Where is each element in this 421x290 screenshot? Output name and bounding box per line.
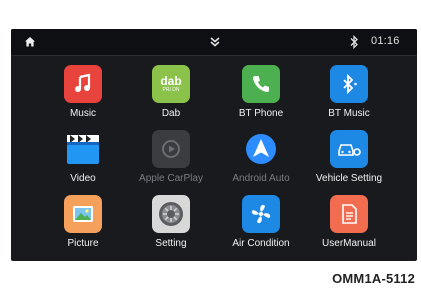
app-bt-phone[interactable]: BT Phone [216,65,306,125]
app-label: Picture [67,238,99,249]
app-bt-music[interactable]: BT Music [304,65,394,125]
dab-radio-icon: dab PRI DN [152,65,190,103]
app-grid: Music dab PRI DN Dab BT Phone BT Music V… [11,65,417,255]
app-setting[interactable]: Setting [126,195,216,255]
head-unit-screen: 01:16 Music dab PRI DN Dab BT Phone BT M… [11,29,417,261]
music-note-icon [64,65,102,103]
app-label: BT Phone [238,108,284,119]
app-label: Android Auto [232,173,290,184]
app-vehicle-setting[interactable]: Vehicle Setting [304,130,394,190]
bluetooth-icon [350,35,358,49]
vehicle-setting-icon [330,130,368,168]
carplay-icon [152,130,190,168]
app-picture[interactable]: Picture [38,195,128,255]
status-bar: 01:16 [11,29,417,56]
clock: 01:16 [371,35,400,47]
android-auto-icon [242,130,280,168]
app-label: Apple CarPlay [139,173,203,184]
clapperboard-icon [64,130,102,168]
app-label: UserManual [322,238,376,249]
bluetooth-music-icon [330,65,368,103]
chevron-double-down-icon[interactable] [209,36,221,48]
fan-icon [242,195,280,233]
picture-icon [64,195,102,233]
app-label: Setting [155,238,187,249]
app-apple-carplay[interactable]: Apple CarPlay [126,130,216,190]
app-air-condition[interactable]: Air Condition [216,195,306,255]
app-music[interactable]: Music [38,65,128,125]
app-video[interactable]: Video [38,130,128,190]
app-label: BT Music [328,108,370,119]
document-icon [330,195,368,233]
gear-icon [152,195,190,233]
app-android-auto[interactable]: Android Auto [216,130,306,190]
phone-icon [242,65,280,103]
home-icon[interactable] [24,36,36,48]
app-user-manual[interactable]: UserManual [304,195,394,255]
figure-caption: OMM1A-5112 [332,271,415,286]
app-dab[interactable]: dab PRI DN Dab [126,65,216,125]
app-label: Vehicle Setting [315,173,383,184]
app-label: Music [69,108,97,119]
app-label: Air Condition [232,238,290,249]
app-label: Dab [161,108,181,119]
app-label: Video [70,173,96,184]
